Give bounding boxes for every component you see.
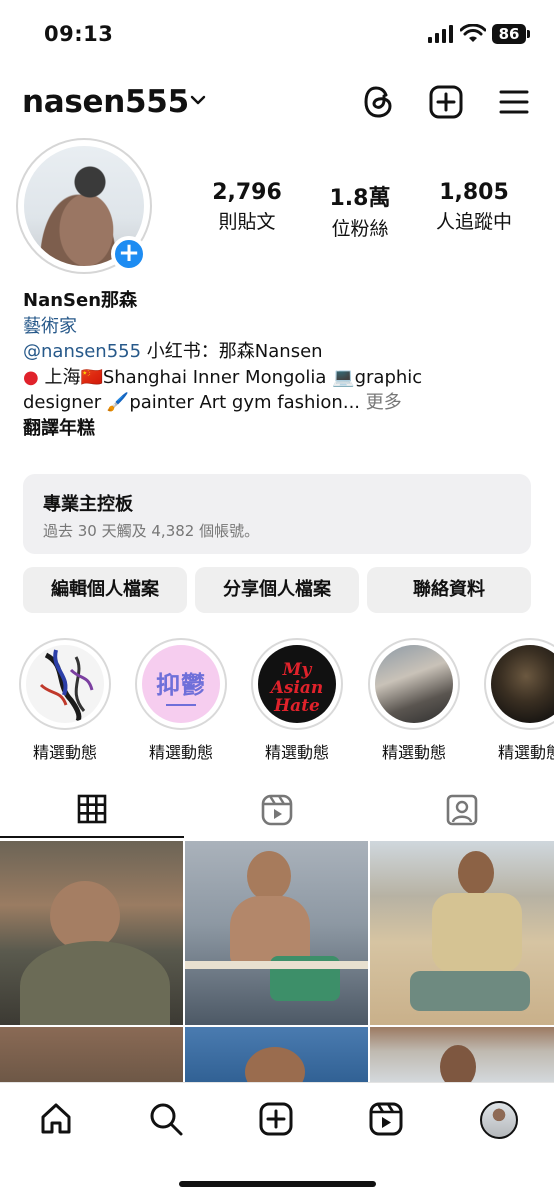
dashboard-subtitle: 過去 30 天觸及 4,382 個帳號。 <box>43 522 260 540</box>
post-thumbnail[interactable] <box>185 1027 368 1083</box>
bio-more-link[interactable]: 更多 <box>366 392 402 413</box>
status-time: 09:13 <box>44 22 114 46</box>
add-story-icon[interactable]: + <box>111 236 147 272</box>
highlight-art-rule <box>166 704 196 706</box>
highlight-item[interactable]: 精選動態 <box>483 638 554 763</box>
threads-icon[interactable] <box>362 84 396 120</box>
grid-tab-icon[interactable] <box>77 794 107 824</box>
highlight-item[interactable]: 精選動態 <box>18 638 112 763</box>
highlight-label: 精選動態 <box>32 743 97 762</box>
username-switcher[interactable]: nasen555 <box>22 84 189 120</box>
add-post-icon[interactable] <box>428 84 464 120</box>
signal-icon <box>428 25 453 43</box>
active-tab-indicator <box>0 836 184 838</box>
bio-line-1-text: 小红书：那森Nansen <box>141 341 323 362</box>
posts-count-value: 2,796 <box>212 180 282 205</box>
profile-bio: NanSen那森 藝術家 @nansen555 小红书：那森Nansen ● 上… <box>23 288 533 441</box>
highlight-item[interactable]: 精選動態 <box>367 638 461 763</box>
posts-count[interactable]: 2,796 則貼文 <box>187 180 307 234</box>
post-grid <box>0 841 554 1083</box>
highlight-art <box>39 649 94 723</box>
profile-category: 藝術家 <box>23 315 77 337</box>
home-icon[interactable] <box>38 1101 74 1137</box>
post-figure <box>20 941 170 1025</box>
bio-handle-link[interactable]: @nansen555 <box>23 341 141 362</box>
profile-avatar-icon[interactable] <box>480 1101 518 1139</box>
highlight-ring <box>19 638 111 730</box>
reels-icon[interactable] <box>368 1101 404 1137</box>
bio-line-1: @nansen555 小红书：那森Nansen <box>23 339 533 365</box>
battery-level: 86 <box>492 24 526 44</box>
followers-count-label: 位粉絲 <box>331 218 389 240</box>
post-thumbnail[interactable] <box>370 841 554 1025</box>
reels-tab-icon[interactable] <box>261 794 293 826</box>
highlight-item[interactable]: 抑鬱 精選動態 <box>134 638 228 763</box>
following-count[interactable]: 1,805 人追蹤中 <box>414 180 534 234</box>
post-figure <box>440 1045 476 1083</box>
post-figure <box>245 1047 305 1083</box>
balloon-icon: ● <box>23 366 39 388</box>
following-count-value: 1,805 <box>439 180 509 205</box>
professional-dashboard[interactable]: 專業主控板 過去 30 天觸及 4,382 個帳號。 <box>23 474 531 554</box>
highlight-ring: My Asian Hate <box>251 638 343 730</box>
highlight-cover <box>491 645 554 723</box>
highlight-label: 精選動態 <box>381 743 446 762</box>
followers-count-value: 1.8萬 <box>329 186 391 211</box>
highlight-art-text: My Asian Hate <box>270 660 324 716</box>
post-thumbnail[interactable] <box>0 1027 183 1083</box>
translate-link[interactable]: 翻譯年糕 <box>23 416 533 442</box>
search-icon[interactable] <box>148 1101 184 1137</box>
profile-name: NanSen那森 <box>23 290 138 311</box>
post-thumbnail[interactable] <box>185 841 368 1025</box>
highlight-cover <box>375 645 453 723</box>
bio-line-2: ● 上海🇨🇳Shanghai Inner Mongolia 💻graphic <box>23 365 533 391</box>
highlight-art-text: 抑鬱 <box>156 671 206 699</box>
posts-count-label: 則貼文 <box>218 211 276 233</box>
post-figure <box>410 971 530 1011</box>
post-thumbnail[interactable] <box>370 1027 554 1083</box>
highlight-cover <box>26 645 104 723</box>
tagged-tab-icon[interactable] <box>446 794 478 826</box>
post-figure <box>247 851 291 901</box>
highlight-item[interactable]: My Asian Hate 精選動態 <box>250 638 344 763</box>
bio-line-3: designer 🖌️painter Art gym fashion... 更多 <box>23 390 533 416</box>
highlight-cover: My Asian Hate <box>258 645 336 723</box>
highlight-ring <box>484 638 554 730</box>
battery-tip <box>527 30 530 38</box>
post-figure <box>432 893 522 973</box>
highlight-label: 精選動態 <box>264 743 329 762</box>
highlight-label: 精選動態 <box>148 743 213 762</box>
profile-tabs <box>0 786 554 840</box>
edit-profile-button[interactable]: 編輯個人檔案 <box>23 567 187 613</box>
highlight-cover: 抑鬱 <box>142 645 220 723</box>
following-count-label: 人追蹤中 <box>435 211 512 233</box>
followers-count[interactable]: 1.8萬 位粉絲 <box>300 180 420 241</box>
highlight-label: 精選動態 <box>497 743 554 762</box>
bio-line-3-text: designer 🖌️painter Art gym fashion... <box>23 392 361 413</box>
post-figure <box>185 961 368 969</box>
wifi-icon <box>460 24 486 42</box>
share-profile-button[interactable]: 分享個人檔案 <box>195 567 359 613</box>
contact-button[interactable]: 聯絡資料 <box>367 567 531 613</box>
status-bar: 09:13 86 <box>0 0 554 70</box>
post-figure <box>458 851 494 895</box>
post-thumbnail[interactable] <box>0 841 183 1025</box>
profile-header: nasen555 <box>0 80 554 130</box>
chevron-down-icon[interactable] <box>190 94 206 106</box>
menu-icon[interactable] <box>498 84 530 120</box>
bio-line-2-text: 上海🇨🇳Shanghai Inner Mongolia 💻graphic <box>38 366 423 388</box>
create-icon[interactable] <box>258 1101 294 1137</box>
dashboard-title: 專業主控板 <box>43 494 133 515</box>
home-indicator <box>179 1181 376 1187</box>
highlight-ring: 抑鬱 <box>135 638 227 730</box>
highlight-ring <box>368 638 460 730</box>
